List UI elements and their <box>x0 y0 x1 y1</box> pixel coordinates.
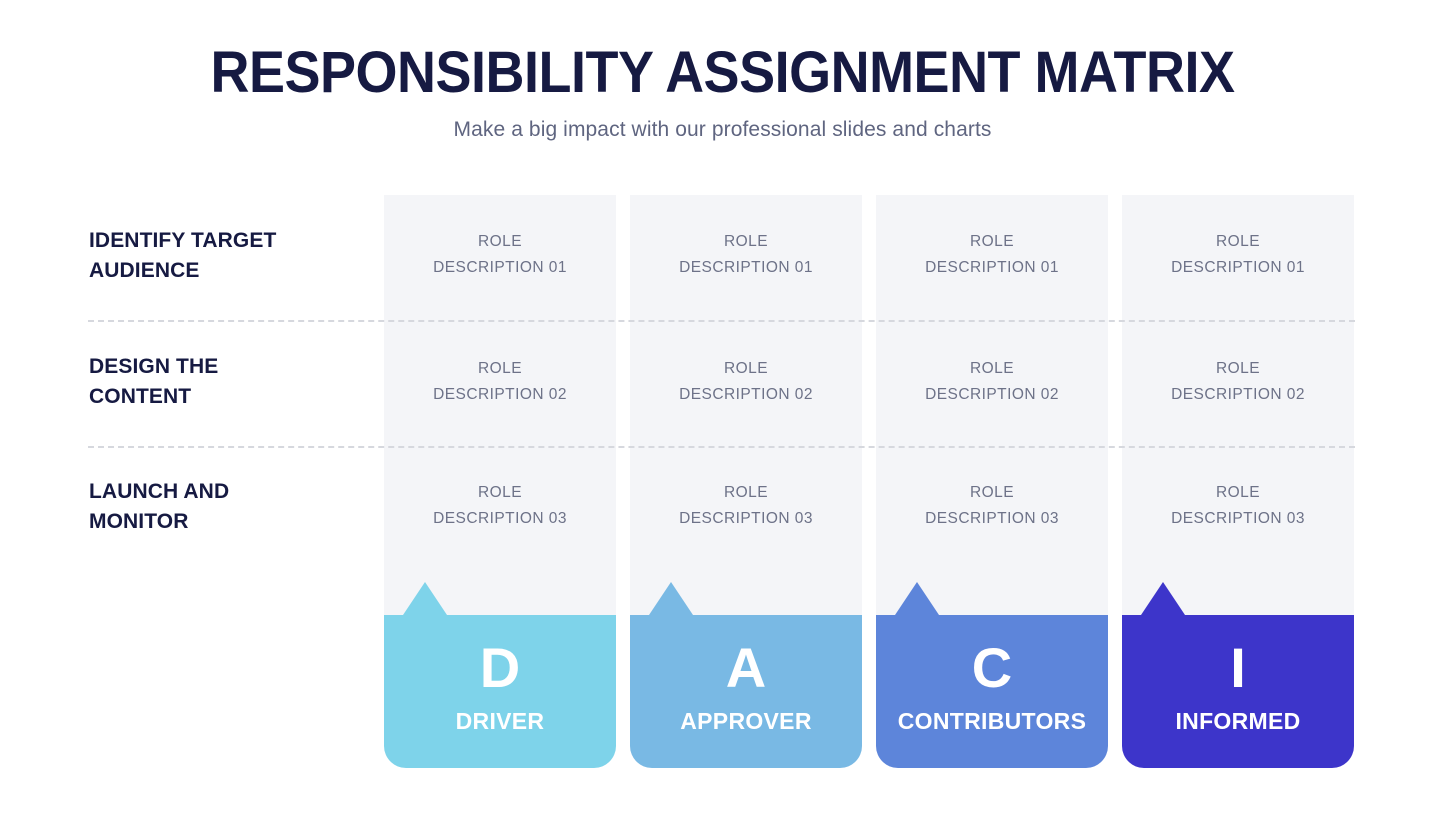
row-label-design-the-content: DESIGN THE CONTENT <box>89 352 369 412</box>
row-label-line2: AUDIENCE <box>89 259 200 282</box>
row-label-identify-target-audience: IDENTIFY TARGET AUDIENCE <box>89 226 369 286</box>
pointer-triangle-icon <box>649 582 693 615</box>
cell-informed-row1: ROLE DESCRIPTION 01 <box>1122 229 1354 281</box>
pointer-triangle-icon <box>895 582 939 615</box>
role-label: CONTRIBUTORS <box>897 708 1087 734</box>
role-label: INFORMED <box>1175 708 1301 734</box>
cell-line2: DESCRIPTION 02 <box>925 386 1059 403</box>
role-card-driver[interactable]: D DRIVER <box>384 582 616 768</box>
cell-line2: DESCRIPTION 03 <box>925 510 1059 527</box>
row-label-line2: CONTENT <box>89 385 192 408</box>
cell-line2: DESCRIPTION 02 <box>1171 386 1305 403</box>
cell-informed-row2: ROLE DESCRIPTION 02 <box>1122 356 1354 408</box>
cell-line1: ROLE <box>1215 484 1260 501</box>
role-label: DRIVER <box>455 708 545 734</box>
row-label-launch-and-monitor: LAUNCH AND MONITOR <box>89 477 369 537</box>
cell-line1: ROLE <box>723 484 768 501</box>
raci-matrix: IDENTIFY TARGET AUDIENCE DESIGN THE CONT… <box>0 0 1445 813</box>
cell-line1: ROLE <box>477 360 522 377</box>
cell-line2: DESCRIPTION 02 <box>679 386 813 403</box>
row-label-line1: LAUNCH AND <box>89 480 230 503</box>
cell-line1: ROLE <box>1215 360 1260 377</box>
row-label-line2: MONITOR <box>89 510 189 533</box>
cell-line1: ROLE <box>723 360 768 377</box>
role-label: APPROVER <box>680 708 812 734</box>
cell-line1: ROLE <box>477 233 522 250</box>
pointer-triangle-icon <box>403 582 447 615</box>
role-card-approver[interactable]: A APPROVER <box>630 582 862 768</box>
role-card-informed[interactable]: I INFORMED <box>1122 582 1354 768</box>
cell-line1: ROLE <box>723 233 768 250</box>
cell-line2: DESCRIPTION 03 <box>679 510 813 527</box>
row-label-line1: DESIGN THE <box>89 355 219 378</box>
role-letter: A <box>725 636 767 699</box>
cell-line2: DESCRIPTION 02 <box>433 386 567 403</box>
role-letter: D <box>479 636 521 699</box>
cell-line2: DESCRIPTION 03 <box>1171 510 1305 527</box>
cell-line1: ROLE <box>969 233 1014 250</box>
cell-approver-row3: ROLE DESCRIPTION 03 <box>630 480 862 532</box>
cell-line1: ROLE <box>969 484 1014 501</box>
cell-approver-row2: ROLE DESCRIPTION 02 <box>630 356 862 408</box>
cell-contributors-row1: ROLE DESCRIPTION 01 <box>876 229 1108 281</box>
row-label-line1: IDENTIFY TARGET <box>89 229 277 252</box>
cell-line2: DESCRIPTION 01 <box>1171 259 1305 276</box>
cell-line1: ROLE <box>1215 233 1260 250</box>
cell-approver-row1: ROLE DESCRIPTION 01 <box>630 229 862 281</box>
row-divider-1 <box>88 320 1355 322</box>
cell-line2: DESCRIPTION 01 <box>679 259 813 276</box>
cell-driver-row3: ROLE DESCRIPTION 03 <box>384 480 616 532</box>
cell-driver-row2: ROLE DESCRIPTION 02 <box>384 356 616 408</box>
cell-driver-row1: ROLE DESCRIPTION 01 <box>384 229 616 281</box>
cell-contributors-row2: ROLE DESCRIPTION 02 <box>876 356 1108 408</box>
cell-line2: DESCRIPTION 01 <box>433 259 567 276</box>
cell-line1: ROLE <box>969 360 1014 377</box>
cell-contributors-row3: ROLE DESCRIPTION 03 <box>876 480 1108 532</box>
slide-canvas: RESPONSIBILITY ASSIGNMENT MATRIX Make a … <box>0 0 1445 813</box>
cell-line2: DESCRIPTION 01 <box>925 259 1059 276</box>
role-letter: C <box>971 636 1013 699</box>
pointer-triangle-icon <box>1141 582 1185 615</box>
role-card-contributors[interactable]: C CONTRIBUTORS <box>876 582 1108 768</box>
cell-informed-row3: ROLE DESCRIPTION 03 <box>1122 480 1354 532</box>
row-divider-2 <box>88 446 1355 448</box>
role-letter: I <box>1230 636 1246 699</box>
cell-line1: ROLE <box>477 484 522 501</box>
cell-line2: DESCRIPTION 03 <box>433 510 567 527</box>
